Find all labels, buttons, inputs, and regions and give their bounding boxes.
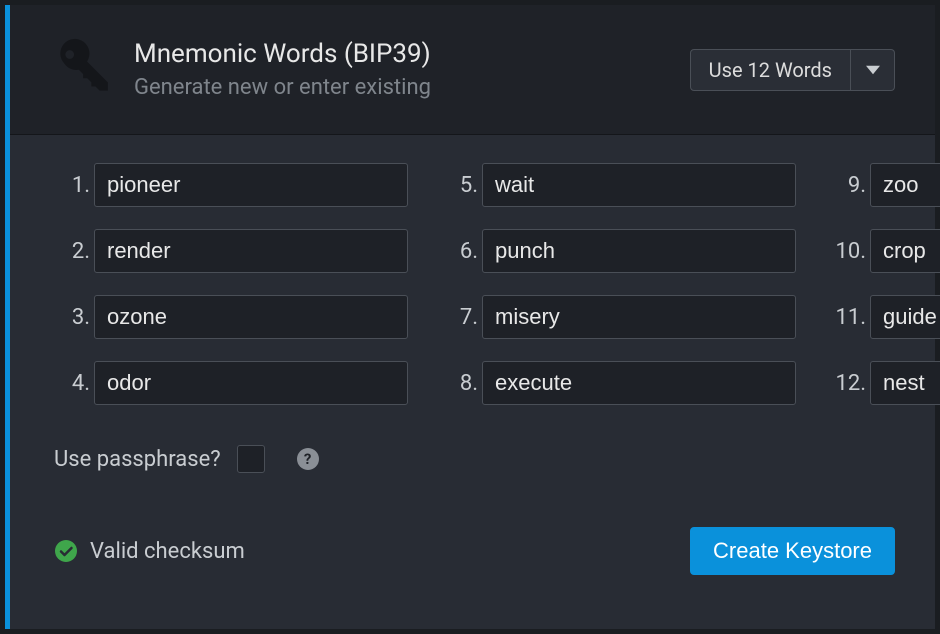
word-row: 12. <box>826 361 940 405</box>
word-row: 4. <box>50 361 408 405</box>
word-row: 7. <box>438 295 796 339</box>
word-input[interactable] <box>482 295 796 339</box>
passphrase-row: Use passphrase? ? <box>54 445 895 473</box>
word-number: 2. <box>50 239 94 264</box>
help-icon[interactable]: ? <box>297 448 319 470</box>
word-input[interactable] <box>870 295 940 339</box>
word-row: 3. <box>50 295 408 339</box>
create-keystore-button[interactable]: Create Keystore <box>690 527 895 575</box>
word-number: 5. <box>438 173 482 198</box>
checkmark-circle-icon <box>54 539 78 563</box>
panel-subtitle: Generate new or enter existing <box>134 75 690 100</box>
word-input[interactable] <box>94 229 408 273</box>
word-count-dropdown[interactable] <box>851 49 895 91</box>
word-number: 3. <box>50 305 94 330</box>
word-number: 7. <box>438 305 482 330</box>
word-input[interactable] <box>482 163 796 207</box>
word-input[interactable] <box>870 361 940 405</box>
word-row: 10. <box>826 229 940 273</box>
word-row: 9. <box>826 163 940 207</box>
word-input[interactable] <box>94 295 408 339</box>
word-row: 2. <box>50 229 408 273</box>
word-input[interactable] <box>94 361 408 405</box>
word-input[interactable] <box>870 229 940 273</box>
word-row: 11. <box>826 295 940 339</box>
mnemonic-panel: Mnemonic Words (BIP39) Generate new or e… <box>5 5 935 629</box>
checksum-status: Valid checksum <box>54 539 245 564</box>
word-input[interactable] <box>482 229 796 273</box>
word-row: 1. <box>50 163 408 207</box>
key-icon <box>44 35 114 105</box>
header-titles: Mnemonic Words (BIP39) Generate new or e… <box>134 39 690 100</box>
word-row: 8. <box>438 361 796 405</box>
word-number: 12. <box>826 371 870 396</box>
word-number: 8. <box>438 371 482 396</box>
word-row: 6. <box>438 229 796 273</box>
chevron-down-icon <box>866 63 880 77</box>
word-input[interactable] <box>870 163 940 207</box>
word-count-button[interactable]: Use 12 Words <box>690 49 851 91</box>
word-input[interactable] <box>482 361 796 405</box>
status-text: Valid checksum <box>90 539 245 564</box>
word-input[interactable] <box>94 163 408 207</box>
panel-footer: Valid checksum Create Keystore <box>54 527 895 575</box>
passphrase-checkbox[interactable] <box>237 445 265 473</box>
word-number: 10. <box>826 239 870 264</box>
mnemonic-words-grid: 1. 2. 3. 4. 5. 6. 7. 8. 9. 10. 11. 12. <box>50 163 895 405</box>
word-number: 11. <box>826 305 870 330</box>
panel-content: 1. 2. 3. 4. 5. 6. 7. 8. 9. 10. 11. 12. Use passphra… <box>10 135 935 599</box>
word-count-label: Use 12 Words <box>709 58 832 82</box>
passphrase-label: Use passphrase? <box>54 447 221 472</box>
word-number: 6. <box>438 239 482 264</box>
word-number: 4. <box>50 371 94 396</box>
word-count-selector: Use 12 Words <box>690 49 895 91</box>
word-number: 9. <box>826 173 870 198</box>
word-row: 5. <box>438 163 796 207</box>
panel-header: Mnemonic Words (BIP39) Generate new or e… <box>10 5 935 135</box>
word-number: 1. <box>50 173 94 198</box>
panel-title: Mnemonic Words (BIP39) <box>134 39 690 69</box>
